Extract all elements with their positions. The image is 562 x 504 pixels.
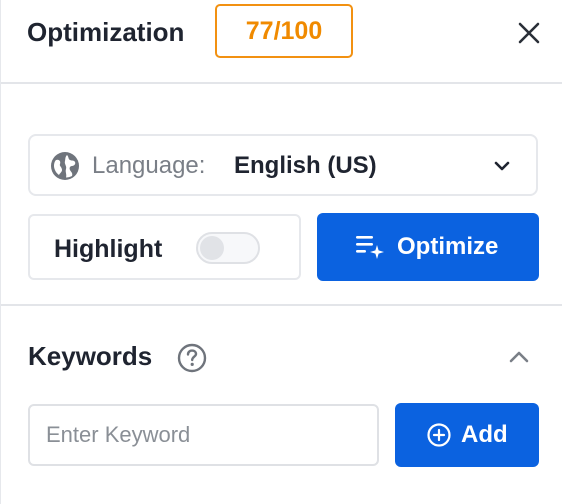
optimization-panel: Optimization 77/100 Language: English (U… bbox=[0, 0, 562, 504]
keywords-title: Keywords bbox=[28, 341, 153, 371]
highlight-toggle[interactable] bbox=[196, 232, 260, 264]
close-icon bbox=[518, 22, 540, 44]
toggle-knob bbox=[200, 236, 224, 260]
help-icon[interactable] bbox=[177, 343, 207, 373]
keyword-input[interactable] bbox=[28, 404, 379, 466]
close-button[interactable] bbox=[513, 17, 545, 49]
language-label: Language: bbox=[92, 152, 206, 179]
language-dropdown[interactable]: Language: English (US) bbox=[28, 134, 538, 196]
section-divider bbox=[1, 304, 562, 306]
language-value: English (US) bbox=[234, 152, 377, 179]
chevron-down-icon bbox=[494, 161, 510, 171]
score-badge: 77/100 bbox=[215, 4, 353, 58]
plus-circle-icon bbox=[427, 423, 451, 447]
optimize-label: Optimize bbox=[397, 233, 499, 260]
chevron-up-icon[interactable] bbox=[507, 346, 531, 368]
optimize-button[interactable]: Optimize bbox=[317, 213, 539, 281]
highlight-control: Highlight bbox=[28, 214, 301, 280]
add-label: Add bbox=[461, 421, 508, 448]
sparkle-list-icon bbox=[356, 236, 384, 259]
add-keyword-button[interactable]: Add bbox=[395, 403, 539, 467]
highlight-label: Highlight bbox=[54, 235, 163, 263]
panel-title: Optimization bbox=[27, 17, 185, 47]
panel-header: Optimization 77/100 bbox=[1, 0, 562, 84]
globe-icon bbox=[51, 152, 79, 180]
